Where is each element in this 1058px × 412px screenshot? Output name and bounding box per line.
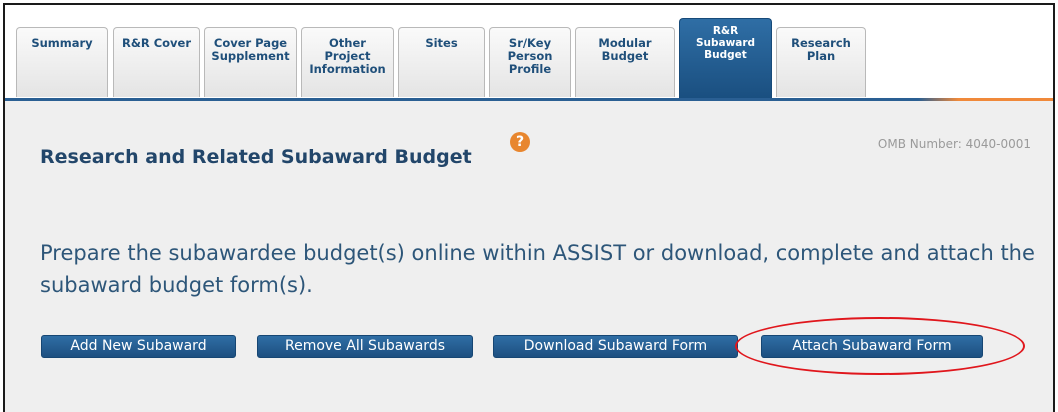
page-title: Research and Related Subaward Budget [40,146,472,168]
tab-other-project-information[interactable]: Other Project Information [301,27,394,97]
tab-research-plan[interactable]: Research Plan [776,27,866,97]
tab-sites[interactable]: Sites [398,27,485,97]
download-subaward-form-button[interactable]: Download Subaward Form [493,335,738,358]
tab-summary[interactable]: Summary [16,27,108,97]
highlight-ellipse [735,317,1025,375]
remove-all-subawards-button[interactable]: Remove All Subawards [257,335,473,358]
tab-bar: Summary R&R Cover Cover Page Supplement … [5,5,1053,101]
main-content: Research and Related Subaward Budget ? O… [5,101,1053,412]
tab-sr-key-person-profile[interactable]: Sr/Key Person Profile [489,27,571,97]
tab-modular-budget[interactable]: Modular Budget [575,27,675,97]
omb-number: OMB Number: 4040-0001 [877,137,1031,151]
application-frame: Summary R&R Cover Cover Page Supplement … [3,3,1055,412]
tab-cover-page-supplement[interactable]: Cover Page Supplement [204,27,297,97]
instructions-text: Prepare the subawardee budget(s) online … [40,241,1035,297]
add-new-subaward-button[interactable]: Add New Subaward [41,335,236,358]
tab-rr-subaward-budget[interactable]: R&R Subaward Budget [679,18,772,98]
tab-rr-cover[interactable]: R&R Cover [113,27,200,97]
help-icon[interactable]: ? [510,132,530,152]
